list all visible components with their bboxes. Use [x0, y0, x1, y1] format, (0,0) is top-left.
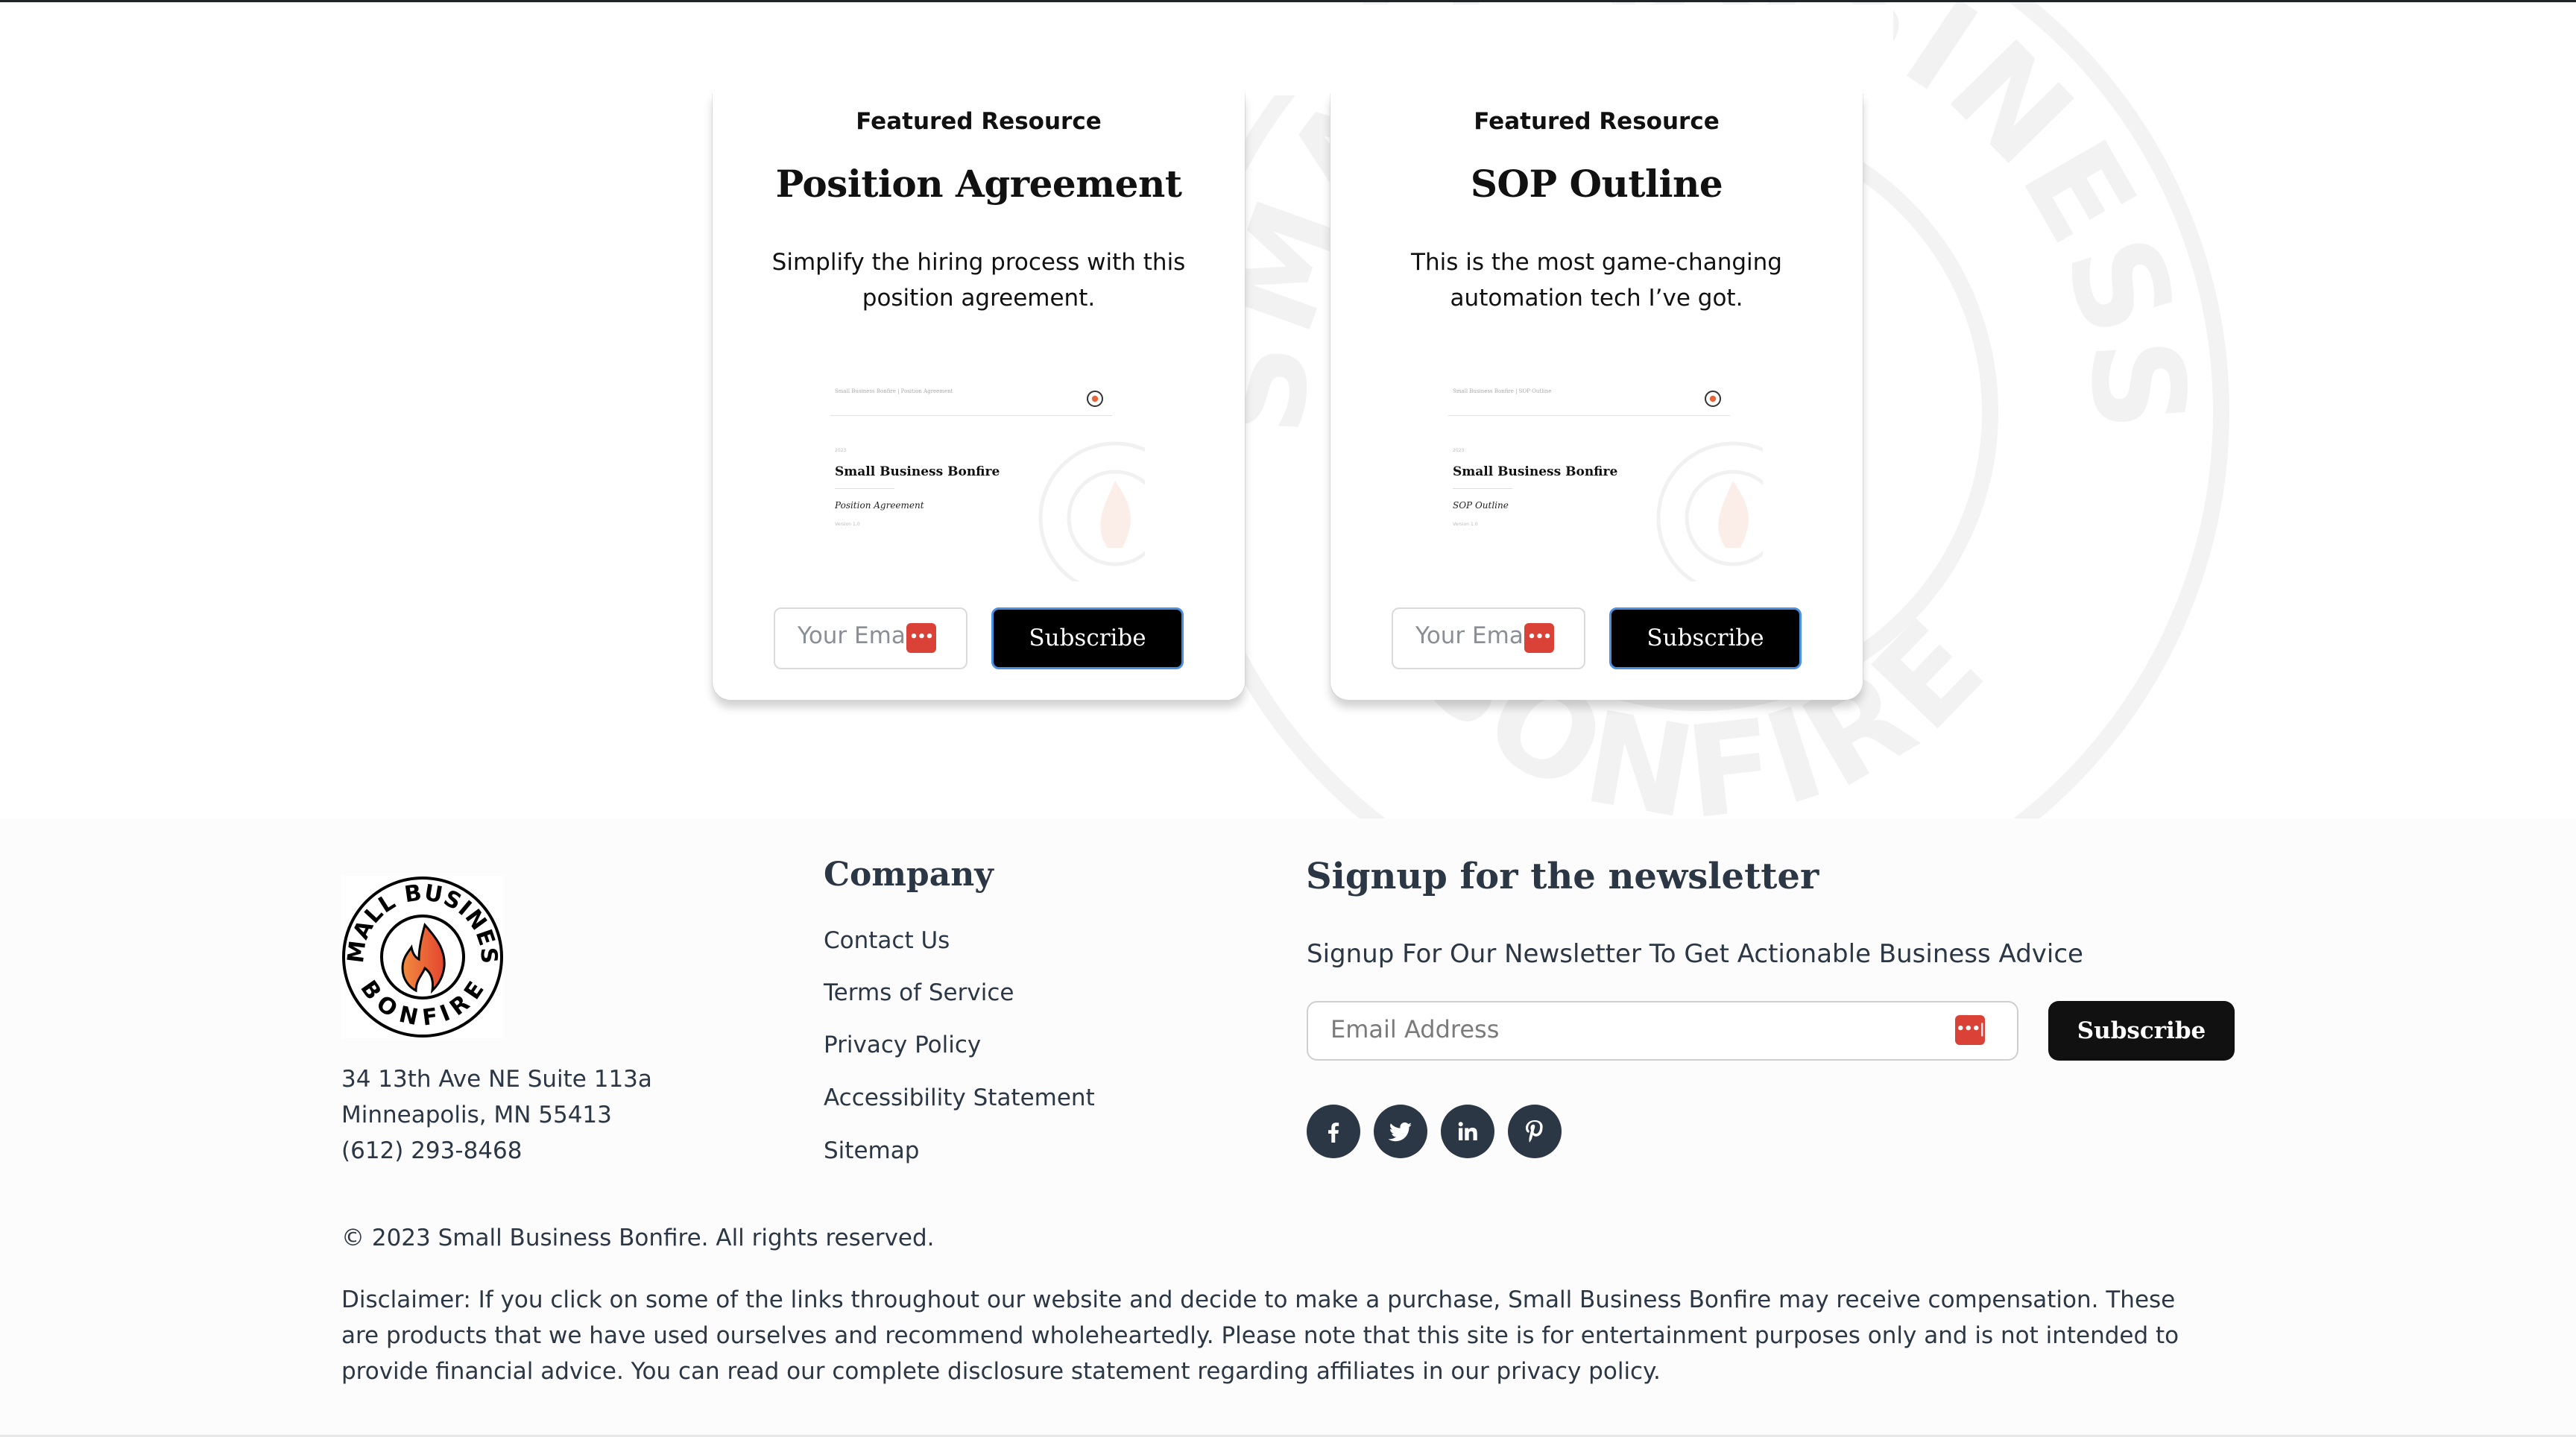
thumbnail-year: 2023	[1453, 448, 1465, 453]
subscribe-button[interactable]: Subscribe	[1609, 607, 1802, 669]
featured-resource-card: Featured Resource SOP Outline This is th…	[1330, 93, 1863, 700]
copyright: © 2023 Small Business Bonfire. All right…	[341, 1225, 935, 1251]
thumbnail-divider	[830, 415, 1112, 416]
thumbnail-year: 2023	[835, 448, 847, 453]
footer-link-terms[interactable]: Terms of Service	[824, 979, 1014, 1006]
thumbnail-brand: Small Business Bonfire	[835, 464, 1000, 479]
footer-link-contact-us[interactable]: Contact Us	[824, 927, 950, 954]
thumbnail-version: Version 1.0	[835, 522, 860, 527]
email-input[interactable]: Your Email •••	[774, 607, 967, 669]
footer-link-accessibility[interactable]: Accessibility Statement	[824, 1084, 1095, 1111]
thumbnail-logo-icon	[1705, 391, 1721, 407]
email-placeholder: Your Email	[1415, 622, 1537, 649]
footer-link-privacy[interactable]: Privacy Policy	[824, 1032, 981, 1058]
footer-link-sitemap[interactable]: Sitemap	[824, 1137, 919, 1164]
card-container-top	[686, 4, 1893, 95]
thumbnail-logo-icon	[1087, 391, 1103, 407]
featured-resource-card: Featured Resource Position Agreement Sim…	[713, 93, 1245, 700]
password-manager-icon[interactable]: •••	[906, 623, 936, 653]
address-line: Minneapolis, MN 55413	[341, 1102, 612, 1128]
subscribe-button[interactable]: Subscribe	[991, 607, 1184, 669]
thumbnail-watermark-icon	[1656, 441, 1763, 581]
thumbnail-brand-divider	[1453, 488, 1512, 489]
brand-logo[interactable]: SMALL BUSINESS BONFIRE	[341, 876, 504, 1038]
card-description: Simplify the hiring process with this po…	[771, 249, 1186, 312]
thumbnail-header: Small Business Bonfire | Position Agreem…	[835, 388, 953, 394]
phone-number[interactable]: (612) 293-8468	[341, 1137, 522, 1164]
card-eyebrow: Featured Resource	[1474, 108, 1720, 135]
thumbnail-header: Small Business Bonfire | SOP Outline	[1453, 388, 1552, 394]
password-manager-icon[interactable]: •••	[1524, 623, 1554, 653]
disclaimer: Disclaimer: If you click on some of the …	[341, 1286, 2179, 1385]
card-title: Position Agreement	[775, 162, 1182, 206]
card-description: This is the most game-changing automatio…	[1411, 249, 1782, 312]
thumbnail-watermark-icon	[1038, 441, 1145, 581]
card-title: SOP Outline	[1470, 162, 1723, 206]
newsletter-subtitle: Signup For Our Newsletter To Get Actiona…	[1307, 939, 2083, 969]
newsletter-subscribe-button[interactable]: Subscribe	[2048, 1001, 2235, 1061]
company-heading: Company	[824, 856, 994, 894]
card-eyebrow: Featured Resource	[856, 108, 1102, 135]
thumbnail-doc-title: Position Agreement	[835, 500, 924, 511]
resource-thumbnail: Small Business Bonfire | Position Agreem…	[824, 369, 1145, 581]
address-line: 34 13th Ave NE Suite 113a	[341, 1066, 652, 1093]
facebook-icon	[1328, 1122, 1339, 1143]
social-twitter[interactable]	[1374, 1105, 1427, 1158]
pinterest-icon	[1526, 1120, 1543, 1143]
hero-section: SMALL BUSINESS BONFIRE	[0, 2, 2576, 818]
linkedin-icon	[1458, 1122, 1477, 1140]
password-manager-icon[interactable]: •••|	[1955, 1015, 1985, 1045]
thumbnail-brand-divider	[835, 488, 894, 489]
email-input[interactable]: Your Email •••	[1392, 607, 1585, 669]
thumbnail-version: Version 1.0	[1453, 522, 1478, 527]
thumbnail-brand: Small Business Bonfire	[1453, 464, 1618, 479]
social-linkedin[interactable]	[1441, 1105, 1494, 1158]
social-facebook[interactable]	[1307, 1105, 1360, 1158]
email-placeholder: Your Email	[798, 622, 919, 649]
social-pinterest[interactable]	[1508, 1105, 1562, 1158]
thumbnail-divider	[1448, 415, 1730, 416]
resource-thumbnail: Small Business Bonfire | SOP Outline 202…	[1442, 369, 1763, 581]
thumbnail-doc-title: SOP Outline	[1453, 500, 1509, 511]
newsletter-email-input[interactable]: Email Address •••|	[1307, 1001, 2018, 1061]
twitter-icon	[1388, 1122, 1412, 1142]
newsletter-email-placeholder: Email Address	[1330, 1015, 1500, 1043]
newsletter-heading: Signup for the newsletter	[1306, 856, 1819, 897]
